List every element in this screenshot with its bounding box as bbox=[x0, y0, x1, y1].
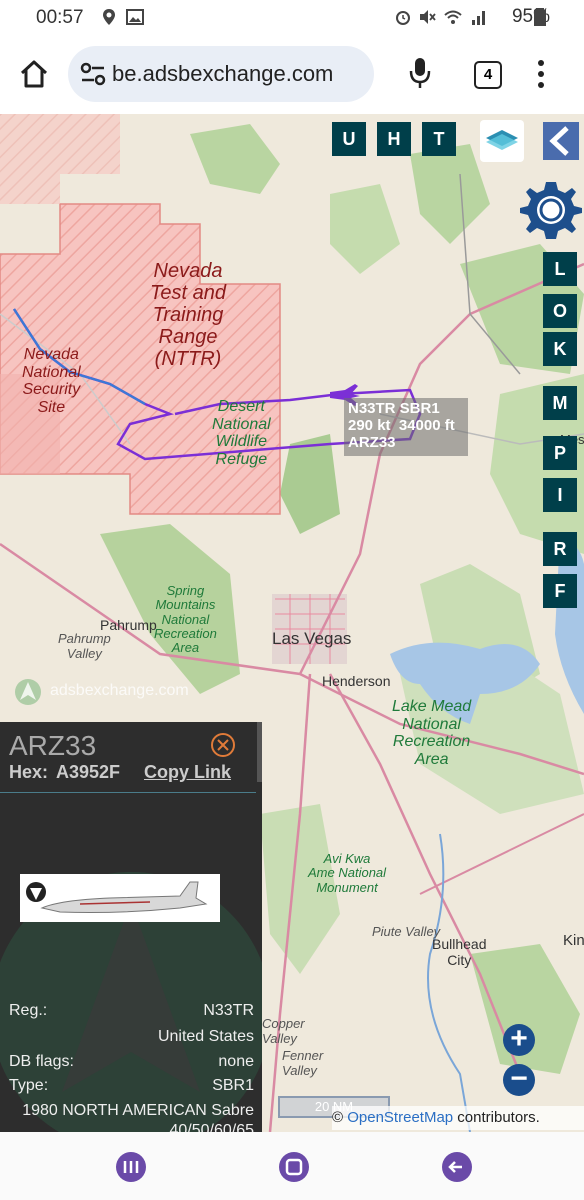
bullhead-city-label: Bullhead City bbox=[432, 936, 487, 968]
db-flags-key: DB flags: bbox=[9, 1053, 74, 1070]
more-menu-icon[interactable] bbox=[536, 58, 546, 90]
copyright-symbol: © bbox=[332, 1109, 344, 1126]
button-h[interactable]: H bbox=[377, 122, 411, 156]
db-flags-value: none bbox=[218, 1053, 254, 1070]
las-vegas-label: Las Vegas bbox=[272, 629, 352, 648]
watermark: adsbexchange.com bbox=[14, 678, 214, 705]
reg-value: N33TR bbox=[203, 1002, 254, 1019]
fenner-valley-label: Fenner Valley bbox=[282, 1048, 324, 1078]
status-time: 00:57 bbox=[36, 7, 84, 28]
recent-apps-button[interactable] bbox=[116, 1152, 146, 1182]
back-nav-button[interactable] bbox=[442, 1152, 472, 1182]
piute-valley-label: Piute Valley bbox=[372, 924, 441, 939]
kingman-label: Kin bbox=[563, 932, 584, 949]
status-bar: 00:57 95% bbox=[0, 0, 584, 34]
tab-count-button[interactable]: 4 bbox=[474, 61, 502, 89]
button-i[interactable]: I bbox=[543, 478, 577, 512]
mute-icon bbox=[420, 10, 436, 24]
aircraft-label-speed-alt: 290 kt 34000 ft bbox=[348, 417, 455, 434]
map-attribution: © OpenStreetMap contributors. bbox=[332, 1106, 584, 1130]
hex-value: A3952F bbox=[56, 762, 121, 782]
reg-key: Reg.: bbox=[9, 1002, 48, 1019]
aircraft-silhouette-image bbox=[26, 881, 208, 913]
zoom-in-button[interactable]: + bbox=[503, 1024, 535, 1056]
copper-valley-label: Copper Valley bbox=[262, 1016, 305, 1046]
pahrump-valley-label: Pahrump Valley bbox=[58, 631, 111, 661]
layers-icon bbox=[486, 130, 518, 150]
openstreetmap-link[interactable]: OpenStreetMap bbox=[347, 1109, 453, 1126]
attribution-text: contributors. bbox=[453, 1109, 540, 1126]
signal-icon bbox=[472, 11, 485, 25]
panel-divider bbox=[0, 792, 256, 793]
button-p[interactable]: P bbox=[543, 436, 577, 470]
aircraft-info-panel: ARZ33 Hex: A3952F Copy Link Reg.: N33TR U… bbox=[0, 722, 262, 1132]
type-value: SBR1 bbox=[212, 1077, 254, 1094]
button-u[interactable]: U bbox=[332, 122, 366, 156]
button-t[interactable]: T bbox=[422, 122, 456, 156]
site-settings-icon[interactable] bbox=[80, 62, 106, 86]
microphone-icon[interactable] bbox=[408, 56, 432, 90]
battery-icon bbox=[534, 8, 546, 26]
aircraft-label-callsign: ARZ33 bbox=[348, 434, 396, 451]
button-k[interactable]: K bbox=[543, 332, 577, 366]
hex-label: Hex: bbox=[9, 762, 49, 782]
panel-scrollbar[interactable] bbox=[257, 722, 262, 782]
nnss-label: Nevada National Security Site bbox=[22, 346, 81, 416]
home-icon[interactable] bbox=[18, 58, 50, 90]
lake-mead-label: Lake Mead National Recreation Area bbox=[392, 698, 472, 768]
country-value: United States bbox=[157, 1028, 254, 1045]
nttr-label: Nevada Test and Training Range (NTTR) bbox=[150, 260, 226, 370]
button-r[interactable]: R bbox=[543, 532, 577, 566]
watermark-text: adsbexchange.com bbox=[50, 682, 189, 699]
adsbx-logo-icon bbox=[15, 679, 41, 705]
alarm-icon bbox=[396, 11, 410, 25]
type-key: Type: bbox=[9, 1077, 49, 1094]
image-icon bbox=[126, 9, 144, 25]
aircraft-photo[interactable] bbox=[20, 874, 220, 922]
collapse-sidebar-button[interactable] bbox=[543, 122, 579, 160]
home-nav-button[interactable] bbox=[279, 1152, 309, 1182]
button-m[interactable]: M bbox=[543, 386, 577, 420]
address-bar[interactable]: be.adsbexchange.com bbox=[68, 46, 374, 102]
model-value: 1980 NORTH AMERICAN Sabre bbox=[22, 1102, 254, 1119]
url-text[interactable]: be.adsbexchange.com bbox=[112, 61, 333, 87]
hex-row: Hex: A3952F bbox=[9, 762, 120, 783]
panel-callsign: ARZ33 bbox=[9, 730, 97, 761]
recents-icon bbox=[123, 1161, 139, 1173]
zoom-out-button[interactable]: − bbox=[503, 1064, 535, 1096]
henderson-label: Henderson bbox=[322, 673, 391, 689]
spring-mountains-label: Spring Mountains National Recreation Are… bbox=[154, 583, 217, 656]
settings-gear-icon[interactable] bbox=[520, 178, 582, 240]
location-icon bbox=[103, 9, 115, 25]
copy-link[interactable]: Copy Link bbox=[144, 762, 231, 783]
home-square-icon bbox=[285, 1158, 303, 1176]
wifi-icon bbox=[444, 10, 462, 24]
aircraft-label[interactable]: N33TR SBR1 290 kt 34000 ft ARZ33 bbox=[344, 398, 468, 456]
button-f[interactable]: F bbox=[543, 574, 577, 608]
chevron-left-icon bbox=[549, 126, 569, 156]
model-variants-value: 40/50/60/65 bbox=[169, 1122, 254, 1132]
desert-refuge-label: Desert National Wildlife Refuge bbox=[212, 398, 271, 468]
avi-kwa-ame-label: Avi Kwa Ame National Monument bbox=[308, 851, 387, 895]
button-l[interactable]: L bbox=[543, 252, 577, 286]
browser-toolbar: be.adsbexchange.com 4 bbox=[0, 34, 584, 114]
button-o[interactable]: O bbox=[543, 294, 577, 328]
system-nav-bar bbox=[0, 1132, 584, 1200]
back-arrow-icon bbox=[448, 1161, 462, 1173]
layers-button[interactable] bbox=[480, 120, 524, 162]
aircraft-label-reg: N33TR SBR1 bbox=[348, 400, 440, 417]
close-icon[interactable] bbox=[210, 732, 236, 758]
